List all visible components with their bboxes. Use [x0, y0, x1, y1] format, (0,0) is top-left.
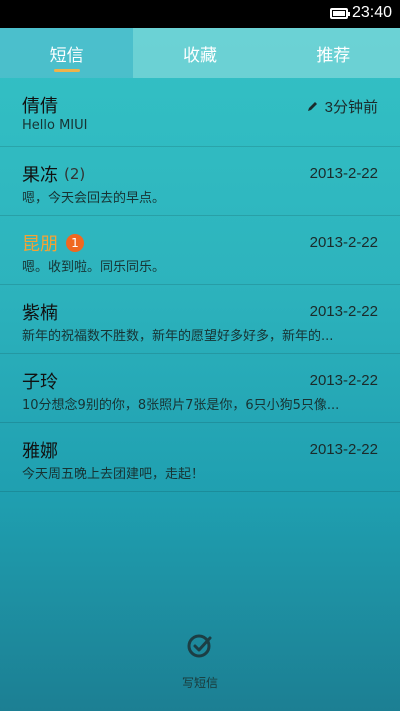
- conversation-time: 2013-2-22: [309, 441, 378, 458]
- conversation-time: 2013-2-22: [309, 372, 378, 389]
- unread-badge: 1: [66, 234, 84, 252]
- contact-name: 倩倩: [22, 96, 58, 117]
- message-preview: 嗯。收到啦。同乐同乐。: [22, 260, 166, 275]
- contact-name: 昆朋 1: [22, 230, 84, 256]
- tab-favorites[interactable]: 收藏: [133, 28, 267, 78]
- tab-sms[interactable]: 短信: [0, 28, 134, 78]
- message-count: (2): [64, 165, 86, 183]
- tab-active-indicator: [53, 69, 80, 72]
- message-preview: Hello MIUI: [22, 118, 88, 133]
- conversation-row[interactable]: 子玲 2013-2-22 10分想念9别的你，8张照片7张是你，6只小狗5只像.…: [0, 354, 400, 423]
- conversation-time: 2013-2-22: [309, 303, 378, 320]
- tab-sms-label: 短信: [49, 45, 84, 66]
- conversation-row[interactable]: 倩倩 3分钟前 Hello MIUI: [0, 78, 400, 147]
- conversation-time: 3分钟前: [306, 96, 378, 117]
- message-preview: 新年的祝福数不胜数，新年的愿望好多好多，新年的...: [22, 329, 334, 344]
- conversation-time: 2013-2-22: [309, 165, 378, 182]
- pencil-icon: [307, 102, 317, 111]
- tab-bar: 短信 收藏 推荐: [0, 28, 400, 78]
- contact-name: 果冻 (2): [22, 165, 86, 186]
- conversation-list: 倩倩 3分钟前 Hello MIUI 果冻 (2) 2013-2-22 嗯，今天…: [0, 78, 400, 492]
- battery-icon: [330, 8, 350, 19]
- contact-name: 子玲: [22, 372, 58, 393]
- message-preview: 10分想念9别的你，8张照片7张是你，6只小狗5只像...: [22, 398, 340, 413]
- status-time: 23:40: [351, 4, 392, 21]
- message-preview: 嗯，今天会回去的早点。: [22, 191, 166, 206]
- conversation-row[interactable]: 雅娜 2013-2-22 今天周五晚上去团建吧，走起！: [0, 423, 400, 492]
- conversation-row[interactable]: 果冻 (2) 2013-2-22 嗯，今天会回去的早点。: [0, 147, 400, 216]
- tab-recommend-label: 推荐: [316, 45, 351, 66]
- contact-name: 雅娜: [22, 441, 58, 462]
- compose-button[interactable]: 写短信: [0, 632, 400, 691]
- conversation-row[interactable]: 昆朋 1 2013-2-22 嗯。收到啦。同乐同乐。: [0, 216, 400, 285]
- tab-favorites-label: 收藏: [182, 45, 217, 66]
- message-preview: 今天周五晚上去团建吧，走起！: [22, 467, 205, 482]
- contact-name: 紫楠: [22, 303, 58, 324]
- tab-recommend[interactable]: 推荐: [266, 28, 400, 78]
- compose-icon: [187, 634, 212, 658]
- conversation-time: 2013-2-22: [309, 234, 378, 251]
- status-bar: 23:40: [0, 0, 400, 28]
- compose-label: 写短信: [181, 676, 218, 690]
- conversation-row[interactable]: 紫楠 2013-2-22 新年的祝福数不胜数，新年的愿望好多好多，新年的...: [0, 285, 400, 354]
